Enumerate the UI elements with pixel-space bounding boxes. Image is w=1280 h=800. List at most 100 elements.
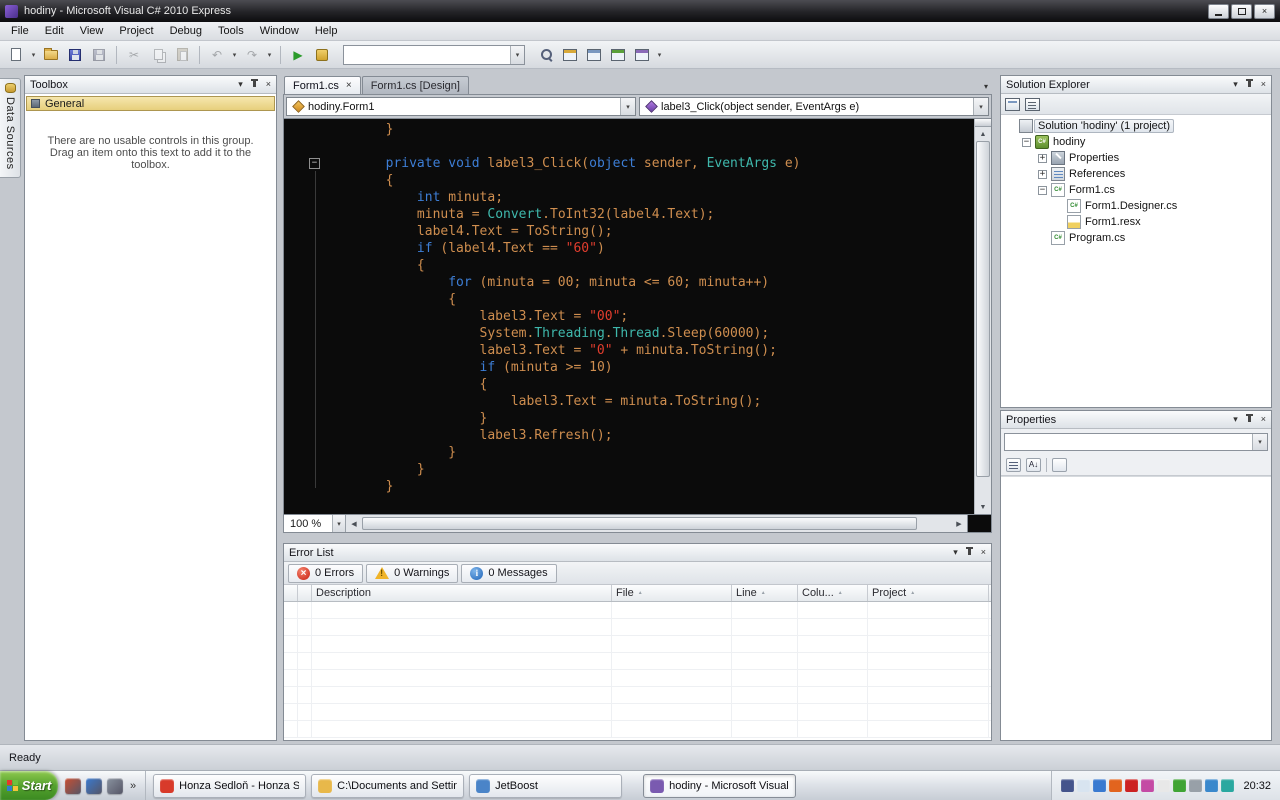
error-column-header[interactable]: Description — [312, 585, 612, 601]
undo-dropdown[interactable]: ▾ — [230, 51, 239, 59]
taskbar-task[interactable]: C:\Documents and Settings\... — [311, 774, 464, 798]
code-line[interactable]: minuta = Convert.ToInt32(label4.Text); — [284, 206, 974, 223]
code-line[interactable]: { — [284, 172, 974, 189]
error-column-header[interactable] — [298, 585, 312, 601]
start-button[interactable]: Start — [0, 771, 58, 800]
tray-icon[interactable] — [1093, 779, 1106, 792]
menu-edit[interactable]: Edit — [37, 23, 72, 39]
minimize-button[interactable] — [1208, 4, 1229, 19]
code-line[interactable]: private void label4_Click(object sender,… — [284, 512, 974, 514]
document-list-dropdown[interactable]: ▾ — [984, 82, 988, 91]
minus-expander-icon[interactable]: − — [1038, 186, 1047, 195]
code-line[interactable]: } — [284, 444, 974, 461]
code-line[interactable]: label4.Text = ToString(); — [284, 223, 974, 240]
toolbar-options-dropdown[interactable]: ▾ — [655, 51, 664, 59]
plus-expander-icon[interactable]: + — [1038, 154, 1047, 163]
collapse-toggle-icon[interactable]: − — [309, 158, 320, 169]
properties-object-combobox[interactable]: ▾ — [1004, 433, 1268, 451]
close-icon[interactable]: × — [981, 548, 986, 557]
find-in-files-button[interactable] — [559, 44, 581, 66]
types-combobox-dropdown[interactable]: ▾ — [620, 98, 635, 115]
zoom-dropdown-icon[interactable]: ▾ — [332, 515, 345, 532]
code-line[interactable]: { — [284, 257, 974, 274]
error-column-header[interactable]: Line▲ — [732, 585, 798, 601]
menu-view[interactable]: View — [72, 23, 112, 39]
undo-button[interactable]: ↶ — [206, 44, 228, 66]
pin-icon[interactable] — [965, 547, 974, 558]
tree-node-program-cs[interactable]: C#Program.cs — [1001, 230, 1271, 246]
taskbar-task[interactable]: Honza Sedloň - Honza Sedloň... — [153, 774, 306, 798]
code-line[interactable]: label3.Text = "00"; — [284, 308, 974, 325]
quick-launch-expand-icon[interactable]: » — [128, 780, 138, 792]
close-button[interactable]: × — [1254, 4, 1275, 19]
tray-icon[interactable] — [1189, 779, 1202, 792]
code-line[interactable]: int minuta; — [284, 189, 974, 206]
new-item-dropdown[interactable]: ▾ — [29, 51, 38, 59]
menu-tools[interactable]: Tools — [210, 23, 252, 39]
error-column-header[interactable]: File▲ — [612, 585, 732, 601]
horizontal-scrollbar[interactable]: ◀ ▶ — [346, 515, 967, 532]
tray-icon[interactable] — [1221, 779, 1234, 792]
title-bar[interactable]: hodiny - Microsoft Visual C# 2010 Expres… — [0, 0, 1280, 22]
code-line[interactable]: label3.Refresh(); — [284, 427, 974, 444]
error-column-header[interactable] — [284, 585, 298, 601]
code-editor[interactable]: } − private void label3_Click(object send… — [283, 118, 992, 515]
tray-icon[interactable] — [1157, 779, 1170, 792]
data-sources-tab[interactable]: Data Sources — [0, 78, 21, 178]
close-icon[interactable]: × — [1261, 80, 1266, 89]
copy-button[interactable] — [147, 44, 169, 66]
properties-titlebar[interactable]: Properties ▾ × — [1001, 411, 1271, 429]
tree-node-hodiny[interactable]: −C#hodiny — [1001, 134, 1271, 150]
code-line[interactable]: for (minuta = 00; minuta <= 60; minuta++… — [284, 274, 974, 291]
code-line[interactable]: if (label4.Text == "60") — [284, 240, 974, 257]
combobox-dropdown-icon[interactable]: ▾ — [510, 46, 524, 64]
save-all-button[interactable] — [88, 44, 110, 66]
menu-project[interactable]: Project — [111, 23, 161, 39]
code-line[interactable]: } — [284, 410, 974, 427]
code-line[interactable]: { — [284, 291, 974, 308]
pin-icon[interactable] — [250, 79, 259, 90]
object-browser-button[interactable] — [631, 44, 653, 66]
solution-explorer-titlebar[interactable]: Solution Explorer ▾ × — [1001, 76, 1271, 94]
menu-file[interactable]: File — [3, 23, 37, 39]
start-debug-button[interactable]: ▶ — [287, 44, 309, 66]
splitter-handle[interactable] — [975, 119, 991, 127]
code-line[interactable]: } — [284, 461, 974, 478]
members-combobox[interactable]: label3_Click(object sender, EventArgs e)… — [639, 97, 989, 116]
quick-launch-icon[interactable] — [65, 778, 81, 794]
taskbar-task[interactable]: JetBoost — [469, 774, 622, 798]
tray-icon[interactable] — [1109, 779, 1122, 792]
tray-icon[interactable] — [1061, 779, 1074, 792]
vertical-scrollbar-thumb[interactable] — [976, 141, 990, 477]
scroll-down-icon[interactable]: ▼ — [975, 500, 991, 514]
warnings-filter-button[interactable]: 0 Warnings — [366, 564, 458, 583]
errors-filter-button[interactable]: 0 Errors — [288, 564, 363, 583]
window-position-dropdown-icon[interactable]: ▾ — [238, 80, 243, 89]
code-line[interactable]: if (minuta >= 10) — [284, 359, 974, 376]
menu-window[interactable]: Window — [252, 23, 307, 39]
tree-node-solution-hodiny-1-project-[interactable]: Solution 'hodiny' (1 project) — [1001, 118, 1271, 134]
menu-debug[interactable]: Debug — [162, 23, 210, 39]
property-pages-icon[interactable] — [1052, 458, 1067, 472]
scroll-up-icon[interactable]: ▲ — [975, 127, 991, 141]
error-column-header[interactable]: Colu...▲ — [798, 585, 868, 601]
code-line[interactable]: } — [284, 121, 974, 138]
scrollbar-track[interactable] — [975, 477, 991, 500]
tray-icon[interactable] — [1141, 779, 1154, 792]
scroll-right-icon[interactable]: ▶ — [951, 520, 967, 528]
toolbox-group-general[interactable]: General — [26, 96, 275, 111]
code-line[interactable]: { — [284, 376, 974, 393]
save-button[interactable] — [64, 44, 86, 66]
code-line[interactable] — [284, 495, 974, 512]
categorized-icon[interactable] — [1006, 458, 1021, 472]
tab-form1-cs-design-[interactable]: Form1.cs [Design] — [362, 76, 469, 94]
tree-node-form1-resx[interactable]: Form1.resx — [1001, 214, 1271, 230]
paste-button[interactable] — [171, 44, 193, 66]
tree-node-references[interactable]: +References — [1001, 166, 1271, 182]
code-line[interactable]: − private void label3_Click(object sende… — [284, 155, 974, 172]
tab-form1-cs[interactable]: Form1.cs× — [284, 76, 361, 94]
tray-icon[interactable] — [1125, 779, 1138, 792]
members-combobox-dropdown[interactable]: ▾ — [973, 98, 988, 115]
code-line[interactable]: System.Threading.Thread.Sleep(60000); — [284, 325, 974, 342]
build-button[interactable] — [311, 44, 333, 66]
